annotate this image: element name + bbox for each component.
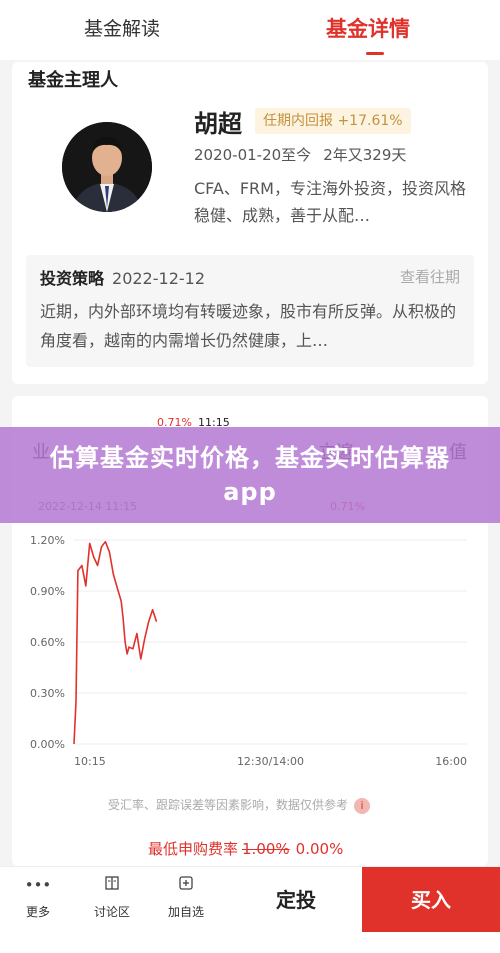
more-label: 更多 — [25, 905, 50, 919]
manager-tenure: 2020-01-20至今 2年又329天 — [194, 144, 406, 165]
disclaimer-text: 受汇率、跟踪误差等因素影响，数据仅供参考 — [108, 798, 349, 812]
chart-grid — [74, 539, 467, 745]
y-axis-ticks: 1.20% 0.90% 0.60% 0.30% 0.00% — [30, 534, 65, 751]
x-tick-label: 16:00 — [435, 755, 467, 768]
series-lines — [73, 540, 158, 745]
view-history-link[interactable]: 查看往期 — [400, 266, 460, 287]
section-title: 基金主理人 — [28, 70, 118, 91]
fee-current: 0.00% — [295, 840, 344, 858]
promo-banner: 估算基金实时价格，基金实时估算器app — [0, 427, 500, 523]
strategy-title: 投资策略 — [40, 269, 105, 288]
top-tab-bar: 基金解读 基金详情 — [0, 0, 500, 60]
y-tick-label: 0.90% — [30, 585, 65, 598]
tab-fund-details[interactable]: 基金详情 — [326, 13, 410, 43]
info-icon[interactable]: i — [354, 797, 371, 814]
add-watchlist-label: 加自选 — [167, 905, 204, 919]
book-icon — [82, 875, 142, 895]
bottom-action-bar: ••• 更多 讨论区 加自选 定投 买入 — [0, 866, 500, 933]
y-tick-label: 0.00% — [30, 738, 65, 751]
home-indicator-area — [0, 932, 500, 953]
fee-label: 最低申购费率 — [148, 840, 239, 858]
series-line — [73, 540, 158, 745]
add-watchlist-button[interactable]: 加自选 — [156, 875, 216, 920]
fund-manager-card: 基金主理人 胡超 任期内回报 +17.61% 2020-01-20至今 2年又32… — [12, 62, 488, 384]
strategy-header: 投资策略 2022-12-12 — [40, 265, 205, 289]
person-photo-icon — [62, 122, 152, 212]
tenure-duration: 2年又329天 — [323, 146, 407, 164]
avatar[interactable] — [62, 122, 152, 212]
x-axis-ticks: 10:15 12:30/14:00 16:00 — [74, 755, 467, 768]
more-dots-icon: ••• — [24, 876, 52, 894]
plus-square-icon — [156, 875, 216, 895]
disclaimer: 受汇率、跟踪误差等因素影响，数据仅供参考 i — [108, 796, 371, 814]
x-tick-label: 12:30/14:00 — [237, 755, 304, 768]
strategy-date: 2022-12-12 — [112, 269, 205, 288]
discussion-label: 讨论区 — [93, 905, 130, 919]
purchase-fee: 最低申购费率 1.00% 0.00% — [148, 838, 343, 859]
y-tick-label: 0.30% — [30, 687, 65, 700]
investment-strategy[interactable]: 投资策略 2022-12-12 查看往期 近期，内外部环境均有转暖迹象，股市有所反… — [26, 255, 474, 367]
banner-text: 估算基金实时价格，基金实时估算器app — [50, 444, 450, 506]
manager-name: 胡超 — [194, 110, 242, 138]
discussion-button[interactable]: 讨论区 — [82, 875, 142, 920]
manager-description[interactable]: CFA、FRM，专注海外投资，投资风格稳健、成熟，善于从配… — [194, 175, 474, 229]
y-tick-label: 0.60% — [30, 636, 65, 649]
auto-invest-button[interactable]: 定投 — [232, 867, 360, 933]
tenure-start: 2020-01-20至今 — [194, 146, 312, 164]
more-button[interactable]: ••• 更多 — [8, 875, 68, 920]
tab-fund-analysis[interactable]: 基金解读 — [84, 14, 160, 41]
strategy-body: 近期，内外部环境均有转暖迹象，股市有所反弹。从积极的角度看，越南的内需增长仍然健… — [40, 302, 457, 350]
y-tick-label: 1.20% — [30, 534, 65, 547]
return-badge: 任期内回报 +17.61% — [255, 108, 411, 134]
active-tab-indicator — [366, 52, 384, 55]
fee-original: 1.00% — [242, 840, 290, 858]
x-tick-label: 10:15 — [74, 755, 106, 768]
buy-button[interactable]: 买入 — [362, 867, 500, 933]
